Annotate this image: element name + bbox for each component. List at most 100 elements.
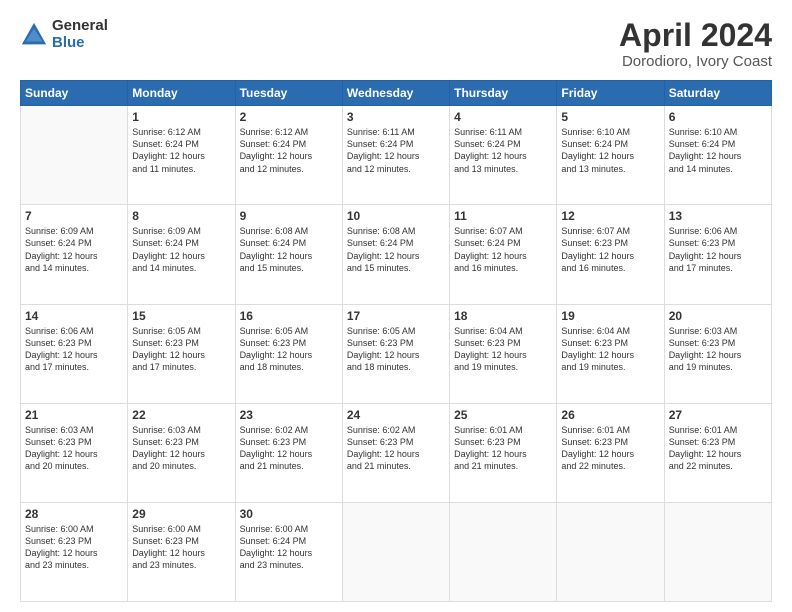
day-number: 6 [669,110,767,124]
calendar-cell: 15 Sunrise: 6:05 AM Sunset: 6:23 PM Dayli… [128,304,235,403]
calendar-row: 1 Sunrise: 6:12 AM Sunset: 6:24 PM Daylig… [21,106,772,205]
day-number: 11 [454,209,552,223]
day-number: 2 [240,110,338,124]
day-info: Sunrise: 6:12 AM Sunset: 6:24 PM Dayligh… [132,126,230,175]
day-info: Sunrise: 6:07 AM Sunset: 6:23 PM Dayligh… [561,225,659,274]
header-day: Monday [128,81,235,106]
day-number: 5 [561,110,659,124]
logo-blue: Blue [52,35,108,52]
page: General Blue April 2024 Dorodioro, Ivory… [0,0,792,612]
day-number: 16 [240,309,338,323]
day-number: 4 [454,110,552,124]
calendar-cell: 17Sunrise: 6:05 AM Sunset: 6:23 PM Dayli… [342,304,449,403]
day-number: 23 [240,408,338,422]
header-day: Tuesday [235,81,342,106]
header: General Blue April 2024 Dorodioro, Ivory… [20,18,772,70]
calendar-cell: 29 Sunrise: 6:00 AM Sunset: 6:23 PM Dayli… [128,502,235,601]
day-info: Sunrise: 6:00 AM Sunset: 6:24 PM Dayligh… [240,523,338,572]
calendar-row: 21 Sunrise: 6:03 AM Sunset: 6:23 PM Dayli… [21,403,772,502]
calendar-cell [664,502,771,601]
calendar-cell [557,502,664,601]
calendar-cell [342,502,449,601]
day-info: Sunrise: 6:08 AM Sunset: 6:24 PM Dayligh… [347,225,445,274]
day-info: Sunrise: 6:10 AM Sunset: 6:24 PM Dayligh… [561,126,659,175]
calendar-cell: 21 Sunrise: 6:03 AM Sunset: 6:23 PM Dayli… [21,403,128,502]
calendar-cell [21,106,128,205]
day-info: Sunrise: 6:04 AM Sunset: 6:23 PM Dayligh… [561,325,659,374]
day-info: Sunrise: 6:09 AM Sunset: 6:24 PM Dayligh… [132,225,230,274]
day-info: Sunrise: 6:01 AM Sunset: 6:23 PM Dayligh… [454,424,552,473]
day-info: Sunrise: 6:01 AM Sunset: 6:23 PM Dayligh… [561,424,659,473]
header-day: Thursday [450,81,557,106]
day-info: Sunrise: 6:03 AM Sunset: 6:23 PM Dayligh… [669,325,767,374]
calendar-row: 14Sunrise: 6:06 AM Sunset: 6:23 PM Dayli… [21,304,772,403]
day-info: Sunrise: 6:01 AM Sunset: 6:23 PM Dayligh… [669,424,767,473]
calendar-cell: 22 Sunrise: 6:03 AM Sunset: 6:23 PM Dayli… [128,403,235,502]
calendar-cell: 2 Sunrise: 6:12 AM Sunset: 6:24 PM Daylig… [235,106,342,205]
day-info: Sunrise: 6:05 AM Sunset: 6:23 PM Dayligh… [132,325,230,374]
calendar-cell: 27 Sunrise: 6:01 AM Sunset: 6:23 PM Dayli… [664,403,771,502]
calendar-cell: 3 Sunrise: 6:11 AM Sunset: 6:24 PM Daylig… [342,106,449,205]
day-info: Sunrise: 6:00 AM Sunset: 6:23 PM Dayligh… [25,523,123,572]
calendar-cell [450,502,557,601]
day-number: 26 [561,408,659,422]
day-info: Sunrise: 6:10 AM Sunset: 6:24 PM Dayligh… [669,126,767,175]
calendar-cell: 18 Sunrise: 6:04 AM Sunset: 6:23 PM Dayli… [450,304,557,403]
header-day: Saturday [664,81,771,106]
calendar-cell: 7Sunrise: 6:09 AM Sunset: 6:24 PM Daylig… [21,205,128,304]
day-number: 3 [347,110,445,124]
calendar-cell: 8 Sunrise: 6:09 AM Sunset: 6:24 PM Daylig… [128,205,235,304]
calendar-cell: 13 Sunrise: 6:06 AM Sunset: 6:23 PM Dayli… [664,205,771,304]
calendar-cell: 19 Sunrise: 6:04 AM Sunset: 6:23 PM Dayli… [557,304,664,403]
calendar-cell: 10 Sunrise: 6:08 AM Sunset: 6:24 PM Dayli… [342,205,449,304]
day-info: Sunrise: 6:11 AM Sunset: 6:24 PM Dayligh… [454,126,552,175]
calendar-cell: 28 Sunrise: 6:00 AM Sunset: 6:23 PM Dayli… [21,502,128,601]
day-number: 1 [132,110,230,124]
calendar-subtitle: Dorodioro, Ivory Coast [619,53,772,70]
day-number: 10 [347,209,445,223]
day-number: 13 [669,209,767,223]
calendar-cell: 4 Sunrise: 6:11 AM Sunset: 6:24 PM Daylig… [450,106,557,205]
day-info: Sunrise: 6:09 AM Sunset: 6:24 PM Dayligh… [25,225,123,274]
day-number: 9 [240,209,338,223]
calendar-row: 7Sunrise: 6:09 AM Sunset: 6:24 PM Daylig… [21,205,772,304]
header-day: Sunday [21,81,128,106]
calendar-body: 1 Sunrise: 6:12 AM Sunset: 6:24 PM Daylig… [21,106,772,602]
day-info: Sunrise: 6:03 AM Sunset: 6:23 PM Dayligh… [132,424,230,473]
day-info: Sunrise: 6:00 AM Sunset: 6:23 PM Dayligh… [132,523,230,572]
day-number: 18 [454,309,552,323]
day-info: Sunrise: 6:12 AM Sunset: 6:24 PM Dayligh… [240,126,338,175]
header-row: SundayMondayTuesdayWednesdayThursdayFrid… [21,81,772,106]
day-info: Sunrise: 6:06 AM Sunset: 6:23 PM Dayligh… [25,325,123,374]
day-number: 29 [132,507,230,521]
day-info: Sunrise: 6:02 AM Sunset: 6:23 PM Dayligh… [347,424,445,473]
calendar-cell: 14Sunrise: 6:06 AM Sunset: 6:23 PM Dayli… [21,304,128,403]
header-day: Wednesday [342,81,449,106]
calendar-cell: 20 Sunrise: 6:03 AM Sunset: 6:23 PM Dayli… [664,304,771,403]
day-info: Sunrise: 6:06 AM Sunset: 6:23 PM Dayligh… [669,225,767,274]
logo-general: General [52,18,108,35]
calendar-cell: 26 Sunrise: 6:01 AM Sunset: 6:23 PM Dayli… [557,403,664,502]
calendar-cell: 1 Sunrise: 6:12 AM Sunset: 6:24 PM Daylig… [128,106,235,205]
day-number: 20 [669,309,767,323]
calendar-title: April 2024 [619,18,772,53]
day-number: 28 [25,507,123,521]
day-info: Sunrise: 6:02 AM Sunset: 6:23 PM Dayligh… [240,424,338,473]
calendar-row: 28 Sunrise: 6:00 AM Sunset: 6:23 PM Dayli… [21,502,772,601]
day-number: 19 [561,309,659,323]
day-number: 15 [132,309,230,323]
calendar-cell: 25Sunrise: 6:01 AM Sunset: 6:23 PM Dayli… [450,403,557,502]
day-info: Sunrise: 6:03 AM Sunset: 6:23 PM Dayligh… [25,424,123,473]
day-number: 22 [132,408,230,422]
day-info: Sunrise: 6:04 AM Sunset: 6:23 PM Dayligh… [454,325,552,374]
calendar-table: SundayMondayTuesdayWednesdayThursdayFrid… [20,80,772,602]
day-number: 27 [669,408,767,422]
day-number: 8 [132,209,230,223]
calendar-cell: 9Sunrise: 6:08 AM Sunset: 6:24 PM Daylig… [235,205,342,304]
logo-icon [20,21,48,49]
calendar-header: SundayMondayTuesdayWednesdayThursdayFrid… [21,81,772,106]
day-info: Sunrise: 6:11 AM Sunset: 6:24 PM Dayligh… [347,126,445,175]
calendar-cell: 30Sunrise: 6:00 AM Sunset: 6:24 PM Dayli… [235,502,342,601]
day-number: 21 [25,408,123,422]
calendar-cell: 6 Sunrise: 6:10 AM Sunset: 6:24 PM Daylig… [664,106,771,205]
